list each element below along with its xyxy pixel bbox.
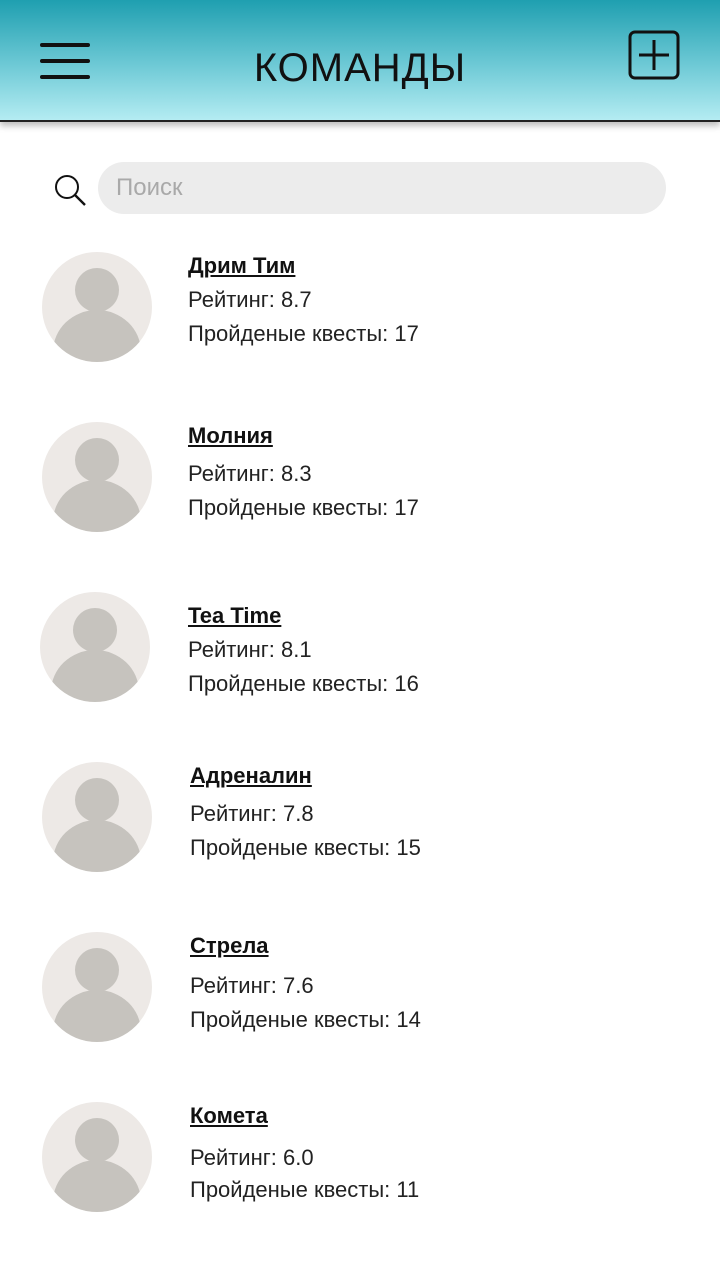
team-quests-count: Пройденые квесты: 14 — [190, 1007, 421, 1032]
team-list-item[interactable]: Комета Рейтинг: 6.0 Пройденые квесты: 11 — [0, 1102, 720, 1252]
team-quests-count: Пройденые квесты: 15 — [190, 835, 421, 860]
team-name-link[interactable]: Tea Time — [188, 602, 281, 630]
team-name-link[interactable]: Молния — [188, 422, 273, 450]
avatar — [42, 422, 152, 532]
team-name-link[interactable]: Комета — [190, 1102, 268, 1130]
avatar — [42, 932, 152, 1042]
team-list-item[interactable]: Tea Time Рейтинг: 8.1 Пройденые квесты: … — [0, 592, 720, 742]
team-quests-count: Пройденые квесты: 16 — [188, 671, 419, 696]
team-list: Дрим Тим Рейтинг: 8.7 Пройденые квесты: … — [0, 0, 720, 1280]
team-quests-count: Пройденые квесты: 11 — [190, 1177, 420, 1202]
team-quests-count: Пройденые квесты: 17 — [188, 495, 419, 520]
avatar — [42, 252, 152, 362]
team-rating: Рейтинг: 7.6 — [190, 973, 314, 998]
user-placeholder-icon — [51, 608, 139, 702]
team-rating: Рейтинг: 8.1 — [188, 637, 312, 662]
team-list-item[interactable]: Молния Рейтинг: 8.3 Пройденые квесты: 17 — [0, 422, 720, 572]
team-name-link[interactable]: Дрим Тим — [188, 252, 295, 280]
team-rating: Рейтинг: 6.0 — [190, 1145, 314, 1170]
user-placeholder-icon — [53, 778, 141, 872]
user-placeholder-icon — [53, 948, 141, 1042]
team-name-link[interactable]: Стрела — [190, 932, 269, 960]
team-rating: Рейтинг: 7.8 — [190, 801, 314, 826]
team-rating: Рейтинг: 8.7 — [188, 287, 312, 312]
team-quests-count: Пройденые квесты: 17 — [188, 321, 419, 346]
avatar — [42, 1102, 152, 1212]
team-name-link[interactable]: Адреналин — [190, 762, 312, 790]
user-placeholder-icon — [53, 268, 141, 362]
teams-screen: КОМАНДЫ Дрим Тим Рейтинг: 8.7 Пройденые … — [0, 0, 720, 1280]
team-list-item[interactable]: Стрела Рейтинг: 7.6 Пройденые квесты: 14 — [0, 932, 720, 1082]
team-rating: Рейтинг: 8.3 — [188, 461, 312, 486]
avatar — [40, 592, 150, 702]
user-placeholder-icon — [53, 438, 141, 532]
team-list-item[interactable]: Адреналин Рейтинг: 7.8 Пройденые квесты:… — [0, 762, 720, 912]
user-placeholder-icon — [53, 1118, 141, 1212]
team-list-item[interactable]: Дрим Тим Рейтинг: 8.7 Пройденые квесты: … — [0, 252, 720, 402]
avatar — [42, 762, 152, 872]
